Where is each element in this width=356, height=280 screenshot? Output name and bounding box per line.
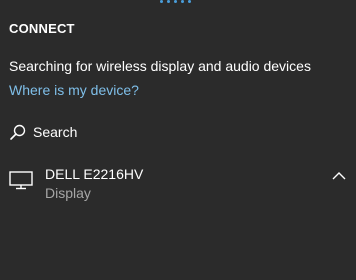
monitor-icon (9, 171, 33, 190)
connect-panel: CONNECT Searching for wireless display a… (0, 0, 356, 280)
device-item[interactable]: DELL E2216HV Display (0, 160, 356, 206)
search-label: Search (33, 124, 78, 140)
panel-title: CONNECT (9, 21, 75, 36)
progress-dot (174, 0, 177, 3)
device-type: Display (45, 185, 91, 201)
progress-dot (167, 0, 170, 3)
progress-dots-indicator (160, 0, 191, 3)
progress-dot (188, 0, 191, 3)
progress-dot (181, 0, 184, 3)
search-button[interactable]: Search (9, 121, 77, 143)
search-status-text: Searching for wireless display and audio… (9, 58, 311, 74)
search-icon (10, 124, 26, 140)
chevron-up-icon[interactable] (331, 170, 347, 182)
progress-dot (160, 0, 163, 3)
where-is-my-device-link[interactable]: Where is my device? (9, 82, 139, 98)
device-name: DELL E2216HV (45, 166, 144, 182)
